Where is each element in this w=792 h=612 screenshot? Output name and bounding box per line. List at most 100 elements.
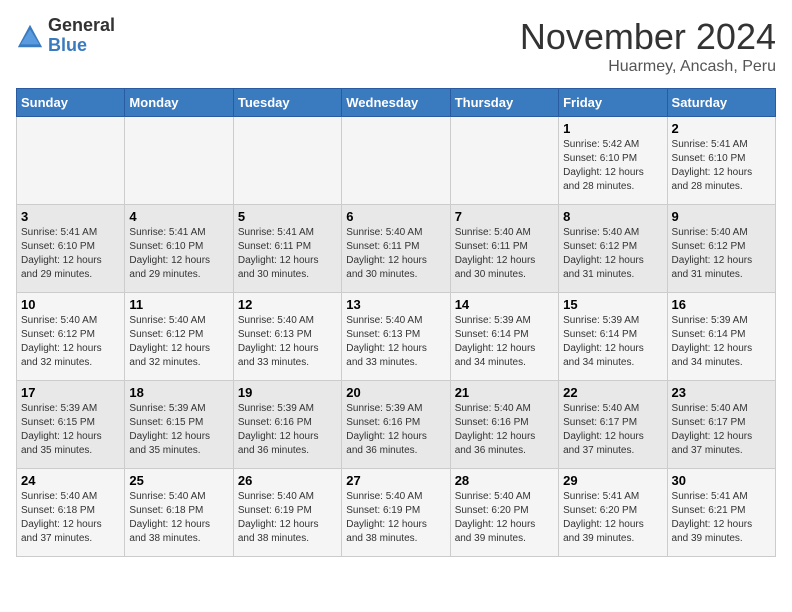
day-number: 2	[672, 121, 771, 136]
calendar-cell: 20Sunrise: 5:39 AM Sunset: 6:16 PM Dayli…	[342, 381, 450, 469]
day-number: 19	[238, 385, 337, 400]
calendar-cell: 3Sunrise: 5:41 AM Sunset: 6:10 PM Daylig…	[17, 205, 125, 293]
calendar-cell: 4 Sunrise: 5:41 AM Sunset: 6:10 PM Daylig…	[125, 205, 233, 293]
calendar-cell: 12 Sunrise: 5:40 AM Sunset: 6:13 PM Dayli…	[233, 293, 341, 381]
calendar-cell: 13Sunrise: 5:40 AM Sunset: 6:13 PM Dayli…	[342, 293, 450, 381]
logo: General Blue	[16, 16, 115, 56]
logo-blue-text: Blue	[48, 36, 115, 56]
day-info: Sunrise: 5:40 AM Sunset: 6:16 PM Dayligh…	[455, 402, 554, 458]
calendar-cell: 26Sunrise: 5:40 AM Sunset: 6:19 PM Dayli…	[233, 469, 341, 557]
day-number: 14	[455, 297, 554, 312]
calendar-week-1: 1 Sunrise: 5:42 AM Sunset: 6:10 PM Daylig…	[17, 117, 776, 205]
header-sunday: Sunday	[17, 89, 125, 117]
day-number: 17	[21, 385, 120, 400]
calendar-cell: 14 Sunrise: 5:39 AM Sunset: 6:14 PM Dayli…	[450, 293, 558, 381]
day-info: Sunrise: 5:39 AM Sunset: 6:16 PM Dayligh…	[346, 402, 445, 458]
day-number: 15	[563, 297, 662, 312]
day-number: 1	[563, 121, 662, 136]
day-number: 16	[672, 297, 771, 312]
day-number: 29	[563, 473, 662, 488]
calendar-cell: 23 Sunrise: 5:40 AM Sunset: 6:17 PM Dayli…	[667, 381, 775, 469]
calendar-cell	[233, 117, 341, 205]
header-friday: Friday	[559, 89, 667, 117]
day-number: 8	[563, 209, 662, 224]
calendar-cell: 5 Sunrise: 5:41 AM Sunset: 6:11 PM Daylig…	[233, 205, 341, 293]
day-number: 5	[238, 209, 337, 224]
day-number: 10	[21, 297, 120, 312]
day-number: 7	[455, 209, 554, 224]
day-info: Sunrise: 5:40 AM Sunset: 6:12 PM Dayligh…	[563, 226, 662, 282]
day-info: Sunrise: 5:41 AM Sunset: 6:10 PM Dayligh…	[672, 138, 771, 194]
calendar-cell: 25 Sunrise: 5:40 AM Sunset: 6:18 PM Dayli…	[125, 469, 233, 557]
calendar-cell	[342, 117, 450, 205]
day-info: Sunrise: 5:39 AM Sunset: 6:14 PM Dayligh…	[455, 314, 554, 370]
day-info: Sunrise: 5:42 AM Sunset: 6:10 PM Dayligh…	[563, 138, 662, 194]
calendar-week-5: 24Sunrise: 5:40 AM Sunset: 6:18 PM Dayli…	[17, 469, 776, 557]
day-info: Sunrise: 5:39 AM Sunset: 6:15 PM Dayligh…	[21, 402, 120, 458]
day-info: Sunrise: 5:40 AM Sunset: 6:17 PM Dayligh…	[563, 402, 662, 458]
header-thursday: Thursday	[450, 89, 558, 117]
day-info: Sunrise: 5:40 AM Sunset: 6:18 PM Dayligh…	[129, 490, 228, 546]
calendar-cell: 29 Sunrise: 5:41 AM Sunset: 6:20 PM Dayli…	[559, 469, 667, 557]
calendar-cell: 18 Sunrise: 5:39 AM Sunset: 6:15 PM Dayli…	[125, 381, 233, 469]
day-number: 27	[346, 473, 445, 488]
calendar-table: SundayMondayTuesdayWednesdayThursdayFrid…	[16, 88, 776, 557]
day-info: Sunrise: 5:40 AM Sunset: 6:18 PM Dayligh…	[21, 490, 120, 546]
calendar-header: SundayMondayTuesdayWednesdayThursdayFrid…	[17, 89, 776, 117]
day-info: Sunrise: 5:41 AM Sunset: 6:20 PM Dayligh…	[563, 490, 662, 546]
calendar-cell: 19 Sunrise: 5:39 AM Sunset: 6:16 PM Dayli…	[233, 381, 341, 469]
calendar-cell: 2 Sunrise: 5:41 AM Sunset: 6:10 PM Daylig…	[667, 117, 775, 205]
calendar-cell: 7 Sunrise: 5:40 AM Sunset: 6:11 PM Daylig…	[450, 205, 558, 293]
calendar-cell: 24Sunrise: 5:40 AM Sunset: 6:18 PM Dayli…	[17, 469, 125, 557]
day-info: Sunrise: 5:39 AM Sunset: 6:14 PM Dayligh…	[563, 314, 662, 370]
day-number: 23	[672, 385, 771, 400]
calendar-cell: 9 Sunrise: 5:40 AM Sunset: 6:12 PM Daylig…	[667, 205, 775, 293]
calendar-cell	[17, 117, 125, 205]
calendar-week-4: 17 Sunrise: 5:39 AM Sunset: 6:15 PM Dayli…	[17, 381, 776, 469]
day-number: 13	[346, 297, 445, 312]
page-header: General Blue November 2024 Huarmey, Anca…	[16, 16, 776, 76]
day-info: Sunrise: 5:41 AM Sunset: 6:11 PM Dayligh…	[238, 226, 337, 282]
day-info: Sunrise: 5:39 AM Sunset: 6:14 PM Dayligh…	[672, 314, 771, 370]
header-monday: Monday	[125, 89, 233, 117]
day-info: Sunrise: 5:39 AM Sunset: 6:16 PM Dayligh…	[238, 402, 337, 458]
day-number: 12	[238, 297, 337, 312]
calendar-cell	[450, 117, 558, 205]
calendar-cell: 30Sunrise: 5:41 AM Sunset: 6:21 PM Dayli…	[667, 469, 775, 557]
day-info: Sunrise: 5:40 AM Sunset: 6:20 PM Dayligh…	[455, 490, 554, 546]
day-info: Sunrise: 5:40 AM Sunset: 6:19 PM Dayligh…	[346, 490, 445, 546]
day-number: 22	[563, 385, 662, 400]
day-info: Sunrise: 5:40 AM Sunset: 6:11 PM Dayligh…	[455, 226, 554, 282]
day-number: 4	[129, 209, 228, 224]
day-info: Sunrise: 5:40 AM Sunset: 6:12 PM Dayligh…	[672, 226, 771, 282]
calendar-cell: 1 Sunrise: 5:42 AM Sunset: 6:10 PM Daylig…	[559, 117, 667, 205]
day-number: 9	[672, 209, 771, 224]
day-number: 3	[21, 209, 120, 224]
month-title: November 2024	[520, 16, 776, 58]
calendar-cell: 17 Sunrise: 5:39 AM Sunset: 6:15 PM Dayli…	[17, 381, 125, 469]
day-info: Sunrise: 5:40 AM Sunset: 6:19 PM Dayligh…	[238, 490, 337, 546]
day-info: Sunrise: 5:41 AM Sunset: 6:21 PM Dayligh…	[672, 490, 771, 546]
logo-icon	[16, 22, 44, 50]
calendar-cell: 28 Sunrise: 5:40 AM Sunset: 6:20 PM Dayli…	[450, 469, 558, 557]
day-number: 18	[129, 385, 228, 400]
calendar-week-2: 3 Sunrise: 5:41 AM Sunset: 6:10 PM Daylig…	[17, 205, 776, 293]
calendar-cell: 11 Sunrise: 5:40 AM Sunset: 6:12 PM Dayli…	[125, 293, 233, 381]
calendar-week-3: 10 Sunrise: 5:40 AM Sunset: 6:12 PM Dayli…	[17, 293, 776, 381]
day-info: Sunrise: 5:40 AM Sunset: 6:13 PM Dayligh…	[238, 314, 337, 370]
day-info: Sunrise: 5:39 AM Sunset: 6:15 PM Dayligh…	[129, 402, 228, 458]
day-number: 28	[455, 473, 554, 488]
day-info: Sunrise: 5:41 AM Sunset: 6:10 PM Dayligh…	[129, 226, 228, 282]
day-info: Sunrise: 5:40 AM Sunset: 6:12 PM Dayligh…	[129, 314, 228, 370]
day-info: Sunrise: 5:40 AM Sunset: 6:11 PM Dayligh…	[346, 226, 445, 282]
day-number: 25	[129, 473, 228, 488]
day-info: Sunrise: 5:40 AM Sunset: 6:17 PM Dayligh…	[672, 402, 771, 458]
header-wednesday: Wednesday	[342, 89, 450, 117]
day-number: 6	[346, 209, 445, 224]
day-number: 11	[129, 297, 228, 312]
calendar-cell: 22 Sunrise: 5:40 AM Sunset: 6:17 PM Dayli…	[559, 381, 667, 469]
logo-general-text: General	[48, 16, 115, 36]
calendar-cell: 15 Sunrise: 5:39 AM Sunset: 6:14 PM Dayli…	[559, 293, 667, 381]
calendar-cell: 27 Sunrise: 5:40 AM Sunset: 6:19 PM Dayli…	[342, 469, 450, 557]
location: Huarmey, Ancash, Peru	[520, 58, 776, 76]
